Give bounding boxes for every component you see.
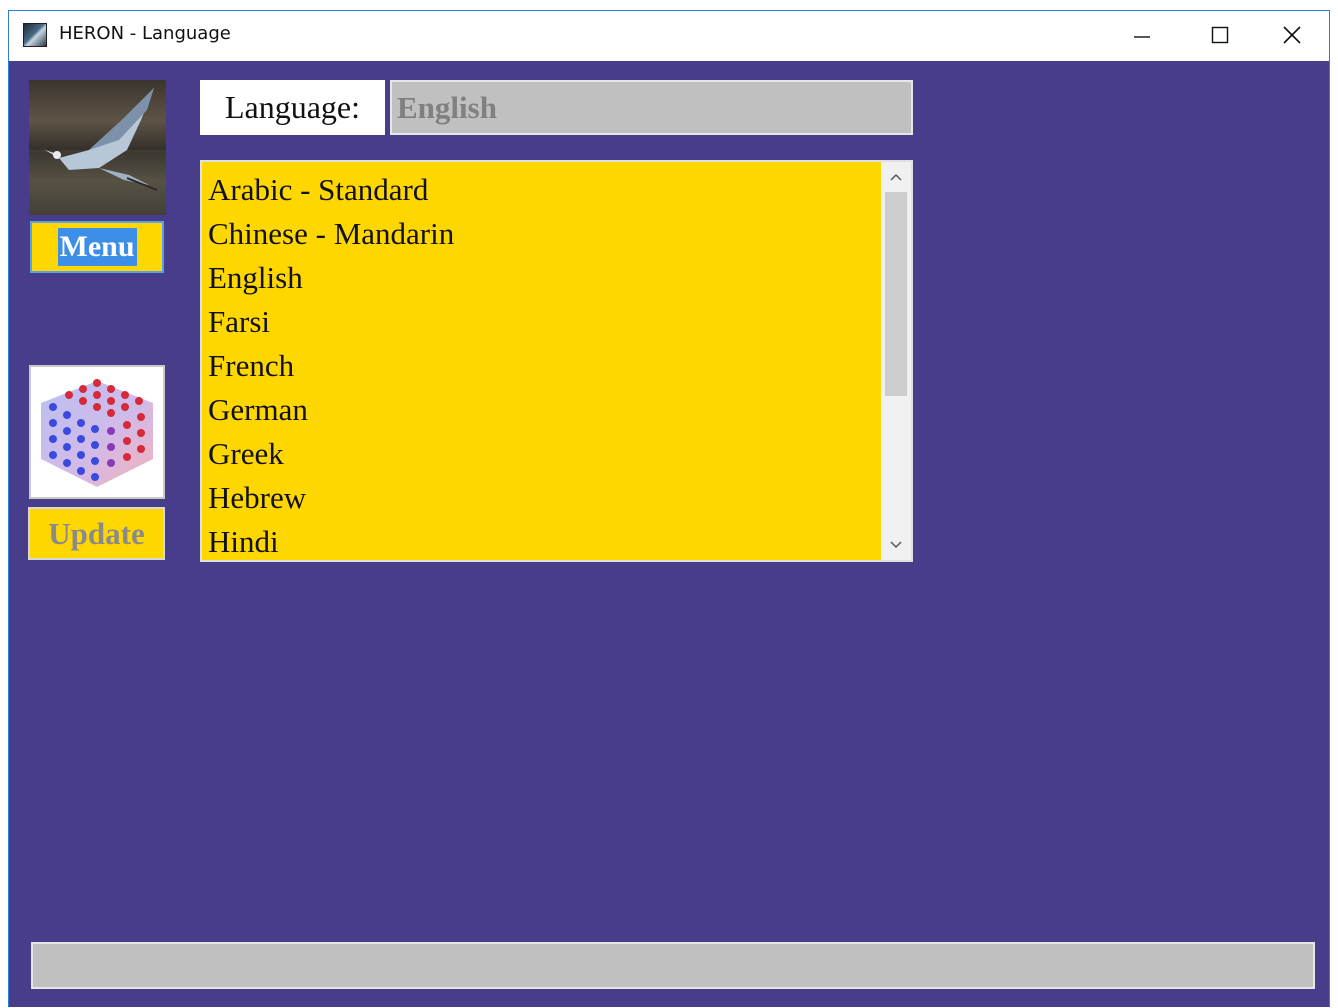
language-list-item[interactable]: Greek — [208, 432, 881, 476]
window-title: HERON - Language — [59, 23, 231, 44]
scroll-down-button[interactable] — [881, 530, 911, 560]
chevron-up-icon — [890, 173, 902, 181]
language-list-item[interactable]: English — [208, 256, 881, 300]
chevron-down-icon — [890, 541, 902, 549]
heron-bird-photo — [29, 80, 166, 215]
language-list: Arabic - Standard Chinese - Mandarin Engli… — [208, 168, 881, 560]
app-window: HERON - Language Menu Update Language: E… — [8, 10, 1330, 1007]
language-listbox[interactable]: Arabic - Standard Chinese - Mandarin Engli… — [200, 160, 913, 562]
language-list-item[interactable]: French — [208, 344, 881, 388]
status-bar — [31, 942, 1315, 989]
language-list-item[interactable]: Farsi — [208, 300, 881, 344]
maximize-icon — [1211, 26, 1229, 44]
language-list-item[interactable]: Hebrew — [208, 476, 881, 520]
client-area: Menu Update Language: English Arabic - S… — [9, 61, 1329, 1008]
title-bar[interactable]: HERON - Language — [9, 11, 1329, 61]
scrollbar-thumb[interactable] — [885, 192, 907, 396]
language-list-item[interactable]: Chinese - Mandarin — [208, 212, 881, 256]
maximize-button[interactable] — [1181, 11, 1259, 59]
menu-button[interactable]: Menu — [30, 221, 164, 273]
language-list-item[interactable]: Hindi — [208, 520, 881, 560]
vertical-scrollbar[interactable] — [881, 162, 911, 560]
minimize-button[interactable] — [1103, 11, 1181, 59]
molecule-cube-icon[interactable] — [29, 365, 165, 499]
heron-app-icon[interactable] — [23, 23, 47, 47]
close-icon — [1283, 26, 1301, 44]
language-list-item[interactable]: German — [208, 388, 881, 432]
menu-button-label: Menu — [57, 228, 137, 266]
scroll-up-button[interactable] — [881, 162, 911, 192]
language-label: Language: — [200, 80, 385, 135]
close-button[interactable] — [1253, 11, 1331, 59]
language-field[interactable]: English — [390, 80, 913, 135]
minimize-icon — [1134, 36, 1150, 38]
language-list-item[interactable]: Arabic - Standard — [208, 168, 881, 212]
update-button[interactable]: Update — [28, 507, 165, 560]
